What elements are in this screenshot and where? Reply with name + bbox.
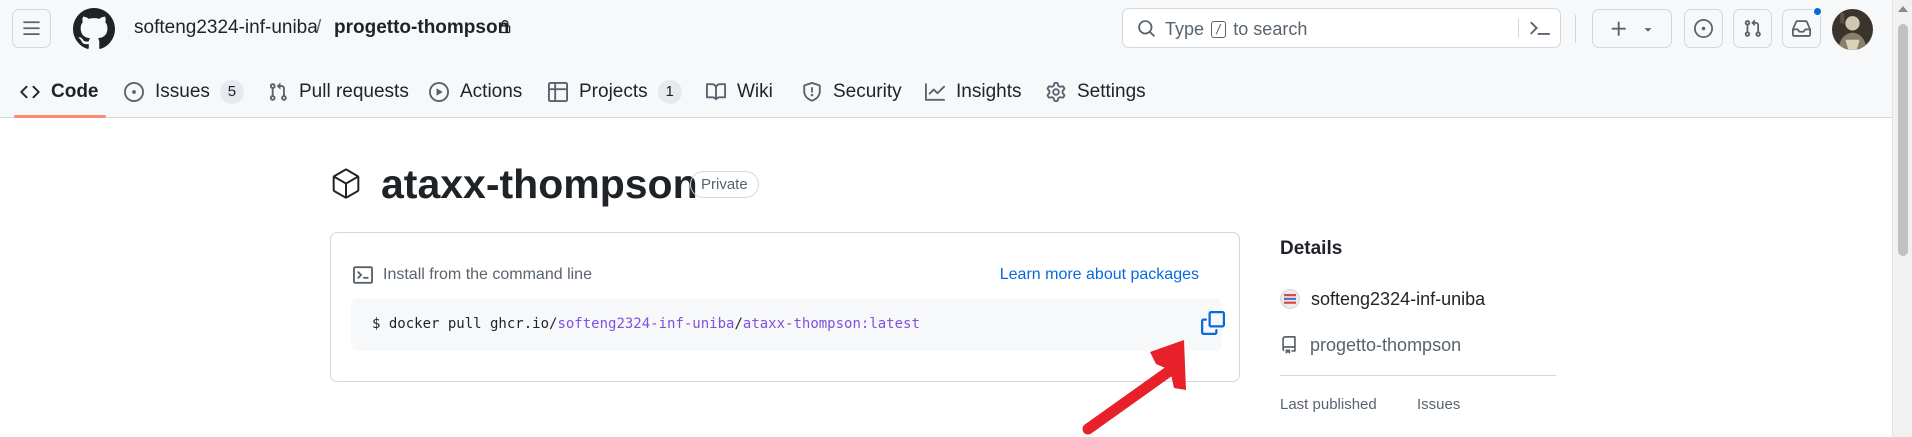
- gear-icon: [1046, 82, 1066, 102]
- search-placeholder-suffix: to search: [1233, 19, 1308, 39]
- code-icon: [20, 85, 40, 99]
- search-shortcut-key: /: [1211, 21, 1227, 38]
- command-separator: /: [734, 316, 743, 332]
- tab-wiki-label: Wiki: [737, 81, 773, 102]
- selected-tab-indicator: [14, 115, 106, 118]
- details-heading: Details: [1280, 238, 1343, 259]
- visibility-label: Private: [690, 171, 759, 198]
- repo-icon: [1282, 336, 1296, 354]
- book-icon: [706, 83, 726, 101]
- notification-indicator: [1812, 6, 1823, 17]
- play-icon: [429, 82, 449, 102]
- install-heading-text: Install from the command line: [383, 266, 592, 283]
- issue-opened-icon: [124, 82, 144, 102]
- learn-more-link[interactable]: Learn more about packages: [1000, 266, 1199, 284]
- issues-counter: 5: [219, 80, 244, 104]
- tab-code[interactable]: Code: [20, 68, 99, 116]
- tab-projects-label: Projects: [579, 81, 648, 102]
- inbox-icon: [1792, 20, 1811, 37]
- tab-pull-requests[interactable]: Pull requests: [268, 68, 409, 116]
- github-logo-icon[interactable]: [73, 8, 115, 50]
- projects-counter: 1: [657, 80, 682, 104]
- triangle-down-icon: [1644, 28, 1652, 32]
- command-image: ataxx-thompson:latest: [742, 316, 920, 332]
- owner-row[interactable]: softeng2324-inf-uniba: [1280, 287, 1485, 311]
- repo-nav: Code Issues 5 Pull requests Actions Proj…: [0, 68, 1892, 118]
- search-divider: [1518, 18, 1519, 38]
- search-icon: [1138, 20, 1155, 37]
- tab-settings[interactable]: Settings: [1046, 68, 1146, 116]
- package-icon: [332, 168, 360, 199]
- repository-row[interactable]: progetto-thompson: [1280, 333, 1461, 357]
- tab-issues-label: Issues: [155, 81, 210, 102]
- last-published-label: Last published: [1280, 396, 1377, 413]
- command-prefix: $ docker pull ghcr.io/: [372, 316, 558, 332]
- issues-button[interactable]: [1684, 9, 1723, 48]
- tab-issues[interactable]: Issues 5: [124, 68, 244, 116]
- tab-security[interactable]: Security: [802, 68, 902, 116]
- breadcrumb-separator: /: [316, 17, 322, 38]
- scrollbar-thumb[interactable]: [1898, 24, 1908, 256]
- search-placeholder-prefix: Type: [1165, 19, 1205, 39]
- search-box[interactable]: Type / to search: [1122, 8, 1561, 48]
- app-header: softeng2324-inf-uniba / progetto-thompso…: [0, 0, 1892, 118]
- command-owner: softeng2324-inf-uniba: [557, 316, 735, 332]
- tab-insights-label: Insights: [956, 81, 1022, 102]
- tab-wiki[interactable]: Wiki: [706, 68, 773, 116]
- install-heading: Install from the command line: [353, 265, 592, 285]
- repository-name: progetto-thompson: [1310, 334, 1462, 355]
- sidebar-divider: [1280, 375, 1556, 376]
- owner-avatar: [1280, 289, 1300, 309]
- hamburger-icon: [23, 21, 40, 36]
- breadcrumb-repo[interactable]: progetto-thompson: [334, 17, 509, 39]
- terminal-icon: [353, 266, 373, 284]
- breadcrumb-owner[interactable]: softeng2324-inf-uniba: [134, 17, 318, 39]
- vertical-scrollbar[interactable]: [1892, 0, 1912, 437]
- search-placeholder: Type / to search: [1165, 19, 1307, 40]
- annotation-arrow-icon: [1082, 340, 1186, 435]
- tab-settings-label: Settings: [1077, 81, 1146, 102]
- table-icon: [548, 82, 568, 102]
- owner-name: softeng2324-inf-uniba: [1311, 288, 1486, 309]
- header-divider: [1575, 15, 1576, 43]
- tab-pull-requests-label: Pull requests: [299, 81, 409, 102]
- tab-code-label: Code: [51, 81, 99, 102]
- git-pull-request-icon: [269, 82, 287, 101]
- issue-opened-icon: [1694, 19, 1713, 38]
- tab-security-label: Security: [833, 81, 902, 102]
- tab-projects[interactable]: Projects 1: [548, 68, 682, 116]
- package-title: ataxx-thompson: [381, 161, 698, 207]
- git-pull-request-icon: [1744, 19, 1761, 37]
- user-avatar[interactable]: [1832, 9, 1873, 50]
- tab-insights[interactable]: Insights: [925, 68, 1021, 116]
- lock-icon: [499, 20, 511, 34]
- pull-requests-button[interactable]: [1733, 9, 1772, 48]
- shield-icon: [803, 82, 821, 102]
- tab-actions[interactable]: Actions: [429, 68, 522, 116]
- graph-icon: [925, 83, 945, 101]
- create-new-button[interactable]: [1592, 9, 1672, 48]
- issues-label: Issues: [1417, 396, 1461, 413]
- docker-command[interactable]: $ docker pull ghcr.io/softeng2324-inf-un…: [372, 314, 920, 334]
- global-bar: softeng2324-inf-uniba / progetto-thompso…: [0, 0, 1892, 58]
- tab-actions-label: Actions: [460, 81, 523, 102]
- scroll-up-arrow-icon[interactable]: [1898, 6, 1908, 12]
- plus-icon: [1611, 21, 1626, 36]
- command-palette-icon[interactable]: [1530, 18, 1550, 38]
- menu-button[interactable]: [12, 9, 51, 48]
